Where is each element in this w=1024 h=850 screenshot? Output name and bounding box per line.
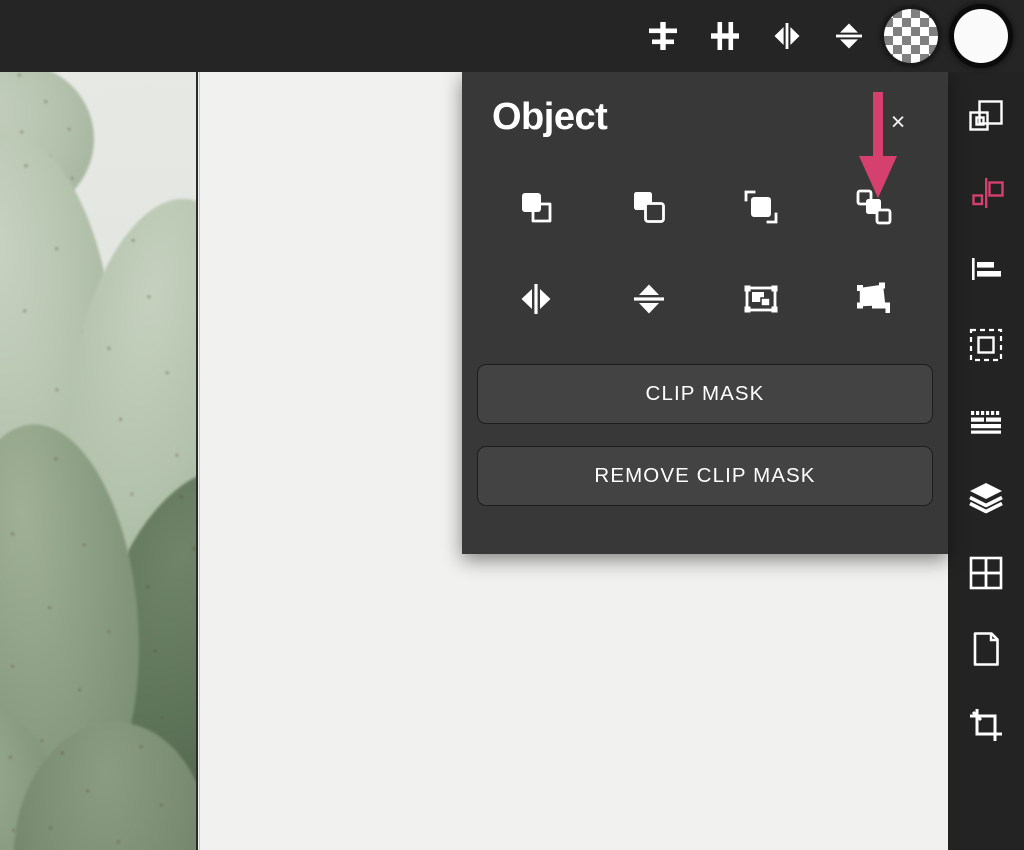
distort-icon[interactable]	[818, 268, 931, 330]
bring-to-front-icon[interactable]	[480, 176, 593, 238]
clip-mask-button[interactable]: CLIP MASK	[477, 364, 933, 424]
flip-horizontal-icon[interactable]	[756, 5, 818, 67]
send-backward-icon[interactable]	[705, 176, 818, 238]
panel-header: Object ×	[476, 72, 934, 176]
sidebar-item-selection[interactable]	[958, 320, 1014, 374]
transparency-swatch[interactable]	[884, 9, 938, 63]
align-objects-icon	[967, 174, 1005, 217]
sidebar-item-document[interactable]	[958, 624, 1014, 678]
object-panel: Object × CLIP MASK REMOVE CLIP MASK	[462, 72, 948, 554]
sidebar-item-object[interactable]	[958, 168, 1014, 222]
color-swatch[interactable]	[954, 9, 1008, 63]
align-horizontal-center-icon[interactable]	[694, 5, 756, 67]
layers-icon	[967, 478, 1005, 521]
sidebar-item-grid[interactable]	[958, 548, 1014, 602]
close-icon[interactable]: ×	[884, 108, 912, 136]
image-layer-cactus[interactable]	[0, 72, 198, 850]
sidebar-item-layers[interactable]	[958, 472, 1014, 526]
fit-to-frame-icon[interactable]	[705, 268, 818, 330]
panel-action-buttons: CLIP MASK REMOVE CLIP MASK	[476, 364, 934, 506]
sidebar-item-crop[interactable]	[958, 700, 1014, 754]
paragraph-icon	[967, 402, 1005, 445]
overlapping-squares-icon	[967, 98, 1005, 141]
send-to-back-icon[interactable]	[818, 176, 931, 238]
bring-forward-icon[interactable]	[593, 176, 706, 238]
object-icon-grid	[476, 176, 934, 330]
marquee-select-icon	[967, 326, 1005, 369]
app-root: Object × CLIP MASK REMOVE CLIP MASK	[0, 0, 1024, 850]
align-vertical-center-icon[interactable]	[632, 5, 694, 67]
cactus-photo	[0, 72, 198, 850]
flip-horizontal-icon[interactable]	[480, 268, 593, 330]
grid-icon	[967, 554, 1005, 597]
page-title: Object	[492, 96, 608, 138]
sidebar-item-transform[interactable]	[958, 92, 1014, 146]
layer-edge	[196, 72, 198, 850]
flip-vertical-icon[interactable]	[593, 268, 706, 330]
top-toolbar	[0, 0, 1024, 72]
sidebar-item-text[interactable]	[958, 396, 1014, 450]
remove-clip-mask-button[interactable]: REMOVE CLIP MASK	[477, 446, 933, 506]
right-sidebar	[948, 72, 1024, 850]
document-icon	[967, 630, 1005, 673]
sidebar-item-align[interactable]	[958, 244, 1014, 298]
align-left-icon	[967, 250, 1005, 293]
crop-icon	[967, 706, 1005, 749]
flip-vertical-icon[interactable]	[818, 5, 880, 67]
